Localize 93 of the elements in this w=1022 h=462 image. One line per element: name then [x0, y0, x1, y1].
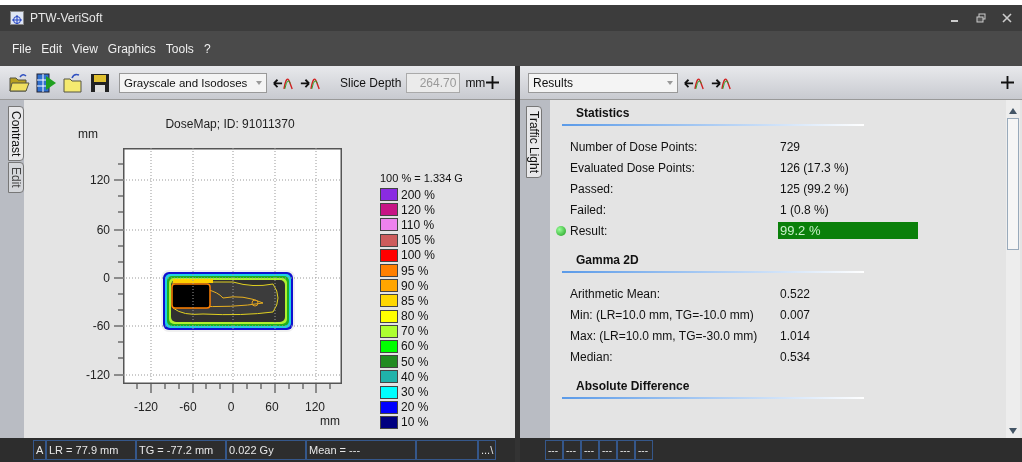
plus-icon[interactable]	[486, 76, 500, 89]
slice-depth-label: Slice Depth	[340, 75, 402, 90]
row-label: Passed:	[570, 181, 614, 196]
row-value: 99.2 %	[778, 222, 918, 239]
folder-back-icon[interactable]	[62, 71, 84, 94]
app-icon	[10, 11, 24, 25]
status-cell: ...\	[478, 440, 496, 460]
plus-icon[interactable]	[1001, 76, 1014, 89]
axis-tick-label: -120	[134, 400, 158, 414]
legend-label: 90 %	[401, 278, 429, 293]
status-cell	[416, 440, 478, 460]
status-dot-icon	[556, 225, 566, 236]
row-value: 126 (17.3 %)	[779, 159, 850, 176]
row-value: 729	[779, 138, 802, 155]
caret-icon	[256, 80, 262, 85]
status-cell: A	[33, 440, 46, 460]
status-cell: ---	[563, 440, 581, 460]
side-tab[interactable]: Contrast	[8, 106, 24, 162]
legend-label: 95 %	[401, 263, 429, 278]
menu-item[interactable]: View	[72, 41, 98, 56]
grid-play-icon[interactable]	[35, 71, 57, 94]
status-cell: ---	[617, 440, 635, 460]
section-heading: Statistics	[562, 106, 864, 126]
status-cell: Mean = ---	[306, 440, 416, 460]
axis-tick-label: 120	[305, 400, 325, 414]
display-mode-dropdown[interactable]: Grayscale and Isodoses	[119, 72, 267, 93]
legend-label: 200 %	[401, 187, 436, 202]
row-label: Arithmetic Mean:	[570, 286, 661, 301]
status-cell: ---	[635, 440, 653, 460]
legend-label: 105 %	[401, 233, 436, 248]
menu-item[interactable]: Tools	[165, 41, 194, 56]
caret-icon	[667, 80, 673, 85]
restore-icon[interactable]	[976, 13, 986, 23]
row-value: 1.014	[779, 327, 812, 344]
chart-title: DoseMap; ID: 91011370	[165, 117, 295, 131]
legend-label: 30 %	[401, 385, 429, 400]
legend-label: 110 %	[401, 217, 435, 232]
legend-label: 60 %	[401, 339, 429, 354]
close-icon[interactable]	[1002, 13, 1012, 23]
legend-label: 85 %	[401, 293, 429, 308]
row-label: Number of Dose Points:	[570, 139, 698, 154]
row-value: 125 (99.2 %)	[779, 180, 850, 197]
status-cell: ---	[581, 440, 599, 460]
status-cell: 0.022 Gy	[226, 440, 306, 460]
menu-item[interactable]: ?	[203, 41, 211, 56]
row-label: Min: (LR=10.0 mm, TG=-10.0 mm)	[570, 307, 754, 322]
scroll-down-icon[interactable]	[1009, 428, 1017, 434]
axis-tick-label: 120	[89, 173, 110, 187]
legend-label: 50 %	[401, 354, 429, 369]
section-heading: Absolute Difference	[562, 379, 864, 399]
row-label: Max: (LR=10.0 mm, TG=-30.0 mm)	[570, 328, 758, 343]
axis-tick-label: -120	[85, 368, 110, 382]
side-tab[interactable]: Traffic Light	[526, 106, 542, 179]
legend-label: 40 %	[401, 369, 429, 384]
row-label: Failed:	[570, 202, 607, 217]
axis-tick-label: 60	[96, 223, 110, 237]
row-value: 0.534	[779, 348, 812, 365]
scroll-up-icon[interactable]	[1009, 108, 1017, 114]
status-cell: TG = -77.2 mm	[136, 440, 226, 460]
side-tab[interactable]: Edit	[8, 162, 24, 194]
axis-tick-label: 0	[227, 400, 235, 414]
section-heading: Gamma 2D	[562, 253, 864, 273]
legend-header: 100 % = 1.334 G	[380, 172, 463, 184]
menu-item[interactable]: File	[12, 41, 32, 56]
status-cell: LR = 77.9 mm	[46, 440, 136, 460]
axis-tick-label: -60	[92, 319, 110, 333]
scrollbar[interactable]	[1006, 100, 1020, 438]
menu-item[interactable]: Graphics	[107, 41, 156, 56]
axis-tick-label: 60	[265, 400, 279, 414]
legend-label: 100 %	[401, 248, 436, 263]
legend-label: 80 %	[401, 309, 429, 324]
legend-label: 120 %	[401, 202, 436, 217]
row-value: 0.522	[779, 285, 812, 302]
row-label: Result:	[570, 223, 608, 238]
view-dropdown[interactable]: Results	[528, 72, 678, 93]
row-label: Evaluated Dose Points:	[570, 160, 695, 175]
window-title: PTW-VeriSoft	[30, 11, 103, 25]
axis-tick-label: -60	[179, 400, 197, 414]
legend-label: 20 %	[401, 400, 429, 415]
axis-unit: mm	[320, 414, 340, 428]
open-folder-icon[interactable]	[8, 71, 30, 94]
axis-unit: mm	[78, 127, 98, 141]
axis-tick-label: 0	[103, 271, 110, 285]
unit-label: mm	[465, 75, 486, 90]
menu-item[interactable]: Edit	[41, 41, 63, 56]
status-cell: ---	[545, 440, 563, 460]
legend-label: 70 %	[401, 324, 429, 339]
legend-label: 10 %	[401, 415, 429, 430]
row-label: Median:	[570, 349, 613, 364]
save-icon[interactable]	[89, 71, 111, 94]
row-value: 1 (0.8 %)	[779, 201, 830, 218]
row-value: 0.007	[779, 306, 812, 323]
status-cell: ---	[599, 440, 617, 460]
